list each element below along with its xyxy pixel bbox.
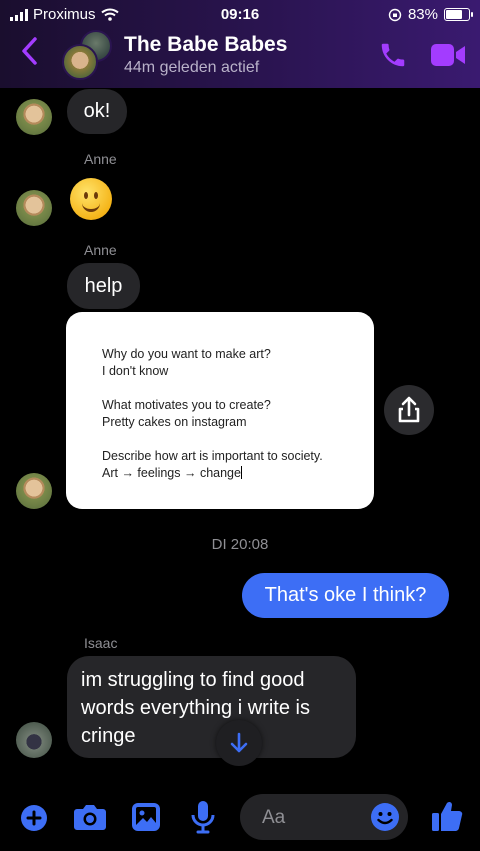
- status-bar: Proximus 09:16 83%: [0, 0, 480, 30]
- avatar[interactable]: [16, 473, 52, 509]
- avatar[interactable]: [16, 190, 52, 226]
- image-attachment[interactable]: Why do you want to make art? I don't kno…: [66, 312, 374, 509]
- message-input[interactable]: [260, 804, 364, 832]
- sender-name: Anne: [84, 242, 117, 258]
- message-bubble[interactable]: ok!: [67, 89, 127, 134]
- smile-emoji-icon[interactable]: [70, 178, 112, 220]
- sender-name: Anne: [84, 151, 117, 167]
- chat-header: Proximus 09:16 83% The Babe Babes 44m ge…: [0, 0, 480, 88]
- avatar[interactable]: [16, 722, 52, 758]
- image-line: Art → feelings → change: [102, 466, 241, 480]
- emoji-icon[interactable]: [370, 802, 400, 832]
- scroll-down-button[interactable]: [216, 720, 262, 766]
- back-icon[interactable]: [20, 36, 40, 66]
- camera-icon[interactable]: [73, 803, 107, 831]
- image-line: Why do you want to make art?: [102, 347, 271, 361]
- message-input-box[interactable]: [240, 794, 408, 840]
- battery-icon: [444, 8, 473, 21]
- image-line: Pretty cakes on instagram: [102, 415, 247, 429]
- message-bubble[interactable]: im struggling to find good words everyth…: [67, 656, 356, 758]
- message-bubble[interactable]: help: [67, 263, 140, 309]
- arrow-down-icon: [230, 732, 248, 753]
- my-message-bubble[interactable]: That's oke I think?: [242, 573, 449, 618]
- image-line: I don't know: [102, 364, 169, 378]
- status-right: 83%: [388, 6, 473, 23]
- timestamp: DI 20:08: [211, 536, 269, 553]
- active-status: 44m geleden actief: [124, 59, 260, 76]
- orientation-lock-icon: [388, 8, 402, 21]
- phone-icon[interactable]: [378, 40, 408, 70]
- share-icon: [398, 396, 420, 423]
- chat-title[interactable]: The Babe Babes: [124, 33, 287, 57]
- text-cursor: [240, 466, 242, 479]
- sender-name: Isaac: [84, 635, 118, 651]
- avatar[interactable]: [16, 99, 52, 135]
- group-avatar[interactable]: [62, 30, 112, 80]
- image-text: Why do you want to make art? I don't kno…: [102, 346, 362, 482]
- battery-percent: 83%: [407, 6, 438, 23]
- image-line: What motivates you to create?: [102, 398, 271, 412]
- share-button[interactable]: [384, 385, 434, 435]
- image-icon[interactable]: [131, 802, 161, 832]
- plus-icon[interactable]: [20, 804, 48, 832]
- battery-fill: [446, 10, 462, 19]
- like-icon[interactable]: [430, 799, 464, 833]
- mic-icon[interactable]: [190, 800, 216, 834]
- video-icon[interactable]: [430, 42, 466, 68]
- image-line: Describe how art is important to society…: [102, 449, 323, 463]
